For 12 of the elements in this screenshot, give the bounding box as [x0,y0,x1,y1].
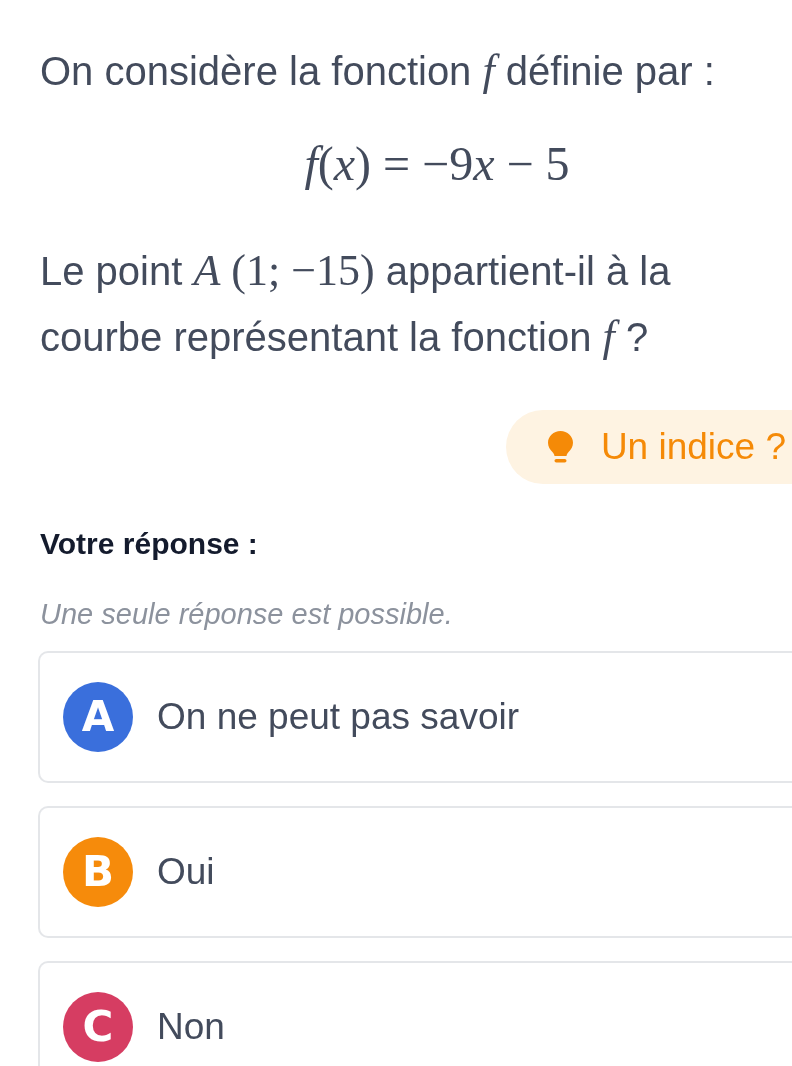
option-letter: C [63,992,133,1062]
option-letter: A [63,682,133,752]
answer-option[interactable]: B Oui [38,806,792,938]
answer-option[interactable]: A On ne peut pas savoir [38,651,792,783]
question-text: Le point A (1; −15) appartient-il à la courbe représentant la fonction f ? [40,245,672,363]
answer-title: Votre réponse : [40,526,258,562]
formula: f(x) = −9x − 5 [304,136,570,193]
lightbulb-icon [547,430,573,464]
option-letter: B [63,837,133,907]
answer-instruction: Une seule réponse est possible. [40,597,453,632]
answer-option[interactable]: C Non [38,961,792,1066]
intro-text: On considère la fonction f définie par : [40,45,715,97]
